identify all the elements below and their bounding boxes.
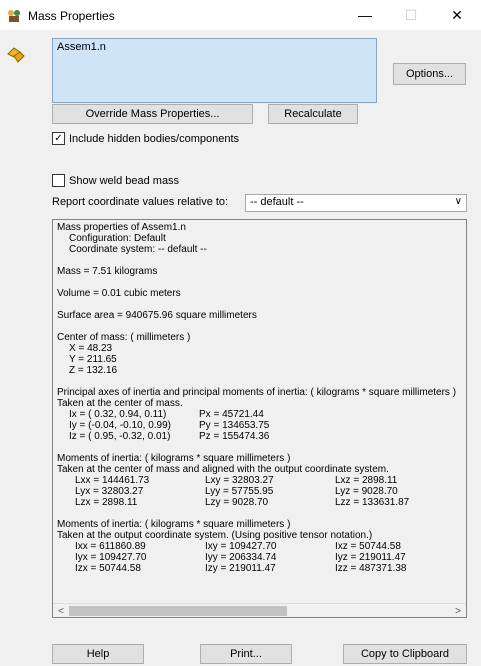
ixy-value: Ixy = 109427.70: [205, 541, 277, 552]
lzz-value: Lzz = 133631.87: [335, 497, 410, 508]
pz-value: Pz = 155474.36: [199, 431, 270, 442]
izx-value: Izx = 50744.58: [75, 563, 141, 574]
lzy-value: Lzy = 9028.70: [205, 497, 269, 508]
lzx-value: Lzx = 2898.11: [75, 497, 138, 508]
include-hidden-checkbox-row[interactable]: ✓ Include hidden bodies/components: [52, 132, 239, 145]
mass-properties-dialog: Assem1.n Options... Override Mass Proper…: [0, 30, 481, 666]
coordinate-system-line: Coordinate system: -- default --: [69, 244, 207, 255]
copy-to-clipboard-button[interactable]: Copy to Clipboard: [343, 644, 467, 664]
scroll-right-icon[interactable]: >: [452, 604, 464, 617]
moi-center-title: Moments of inertia: ( kilograms * square…: [57, 453, 291, 464]
iy-value: Iy = (-0.04, -0.10, 0.99): [69, 420, 171, 431]
title-bar: Mass Properties — ☐ ✕: [0, 0, 481, 30]
include-hidden-label: Include hidden bodies/components: [69, 132, 240, 145]
moi-output-row-y: Iyx = 109427.70 Iyy = 206334.74 Iyz = 21…: [57, 552, 464, 563]
coordinate-system-dropdown[interactable]: -- default -- ∨: [245, 194, 467, 212]
selected-item[interactable]: Assem1.n: [57, 41, 372, 53]
override-mass-properties-button[interactable]: Override Mass Properties...: [52, 104, 253, 124]
options-button[interactable]: Options...: [393, 63, 466, 85]
report-coordinate-label: Report coordinate values relative to:: [52, 196, 229, 208]
izz-value: Izz = 487371.38: [335, 563, 407, 574]
recalculate-button[interactable]: Recalculate: [268, 104, 358, 124]
scroll-left-icon[interactable]: <: [55, 604, 67, 617]
lxx-value: Lxx = 144461.73: [75, 475, 150, 486]
weld-bead-checkbox[interactable]: [52, 174, 65, 187]
principal-axes-subtitle: Taken at the center of mass.: [57, 398, 183, 409]
lyx-value: Lyx = 32803.27: [75, 486, 144, 497]
center-of-mass-title: Center of mass: ( millimeters ): [57, 332, 191, 343]
horizontal-scrollbar[interactable]: < >: [53, 603, 466, 617]
check-icon: ✓: [54, 132, 63, 144]
lxy-value: Lxy = 32803.27: [205, 475, 274, 486]
coordinate-system-value: -- default --: [250, 196, 304, 208]
moi-center-row-y: Lyx = 32803.27 Lyy = 57755.95 Lyz = 9028…: [57, 486, 464, 497]
moi-output-subtitle: Taken at the output coordinate system. (…: [57, 530, 373, 541]
mass-line: Mass = 7.51 kilograms: [57, 266, 158, 277]
moi-output-title: Moments of inertia: ( kilograms * square…: [57, 519, 291, 530]
iyx-value: Iyx = 109427.70: [75, 552, 147, 563]
principal-axes-title: Principal axes of inertia and principal …: [57, 387, 457, 398]
print-button[interactable]: Print...: [200, 644, 292, 664]
weld-bead-label: Show weld bead mass: [69, 174, 180, 187]
lyz-value: Lyz = 9028.70: [335, 486, 398, 497]
principal-row-z: Iz = ( 0.95, -0.32, 0.01) Pz = 155474.36: [57, 431, 464, 442]
principal-row-x: Ix = ( 0.32, 0.94, 0.11) Px = 45721.44: [57, 409, 464, 420]
com-y: Y = 211.65: [69, 354, 117, 365]
com-z: Z = 132.16: [69, 365, 118, 376]
weld-bead-checkbox-row[interactable]: Show weld bead mass: [52, 174, 179, 187]
moi-center-row-z: Lzx = 2898.11 Lzy = 9028.70 Lzz = 133631…: [57, 497, 464, 508]
include-hidden-checkbox[interactable]: ✓: [52, 132, 65, 145]
iyy-value: Iyy = 206334.74: [205, 552, 277, 563]
py-value: Py = 134653.75: [199, 420, 270, 431]
window-title: Mass Properties: [28, 9, 115, 23]
iyz-value: Iyz = 219011.47: [335, 552, 406, 563]
ix-value: Ix = ( 0.32, 0.94, 0.11): [69, 409, 167, 420]
chevron-down-icon: ∨: [454, 196, 462, 207]
iz-value: Iz = ( 0.95, -0.32, 0.01): [69, 431, 171, 442]
configuration-line: Configuration: Default: [69, 233, 166, 244]
ixx-value: Ixx = 611860.89: [75, 541, 146, 552]
maximize-button[interactable]: ☐: [388, 0, 434, 30]
assembly-icon: [7, 47, 25, 63]
izy-value: Izy = 219011.47: [205, 563, 276, 574]
close-button[interactable]: ✕: [434, 0, 480, 30]
volume-line: Volume = 0.01 cubic meters: [57, 288, 181, 299]
selected-items-list[interactable]: Assem1.n: [52, 38, 377, 103]
results-header: Mass properties of Assem1.n: [57, 222, 186, 233]
mass-properties-icon: [8, 10, 20, 22]
moi-output-row-x: Ixx = 611860.89 Ixy = 109427.70 Ixz = 50…: [57, 541, 464, 552]
results-text: Mass properties of Assem1.n Configuratio…: [53, 220, 466, 603]
lxz-value: Lxz = 2898.11: [335, 475, 398, 486]
com-x: X = 48.23: [69, 343, 113, 354]
minimize-button[interactable]: —: [342, 0, 388, 30]
surface-area-line: Surface area = 940675.96 square millimet…: [57, 310, 257, 321]
ixz-value: Ixz = 50744.58: [335, 541, 401, 552]
moi-center-subtitle: Taken at the center of mass and aligned …: [57, 464, 389, 475]
moi-output-row-z: Izx = 50744.58 Izy = 219011.47 Izz = 487…: [57, 563, 464, 574]
lyy-value: Lyy = 57755.95: [205, 486, 274, 497]
moi-center-row-x: Lxx = 144461.73 Lxy = 32803.27 Lxz = 289…: [57, 475, 464, 486]
help-button[interactable]: Help: [52, 644, 144, 664]
results-panel[interactable]: Mass properties of Assem1.n Configuratio…: [52, 219, 467, 618]
principal-row-y: Iy = (-0.04, -0.10, 0.99) Py = 134653.75: [57, 420, 464, 431]
scrollbar-thumb[interactable]: [69, 606, 287, 616]
px-value: Px = 45721.44: [199, 409, 264, 420]
